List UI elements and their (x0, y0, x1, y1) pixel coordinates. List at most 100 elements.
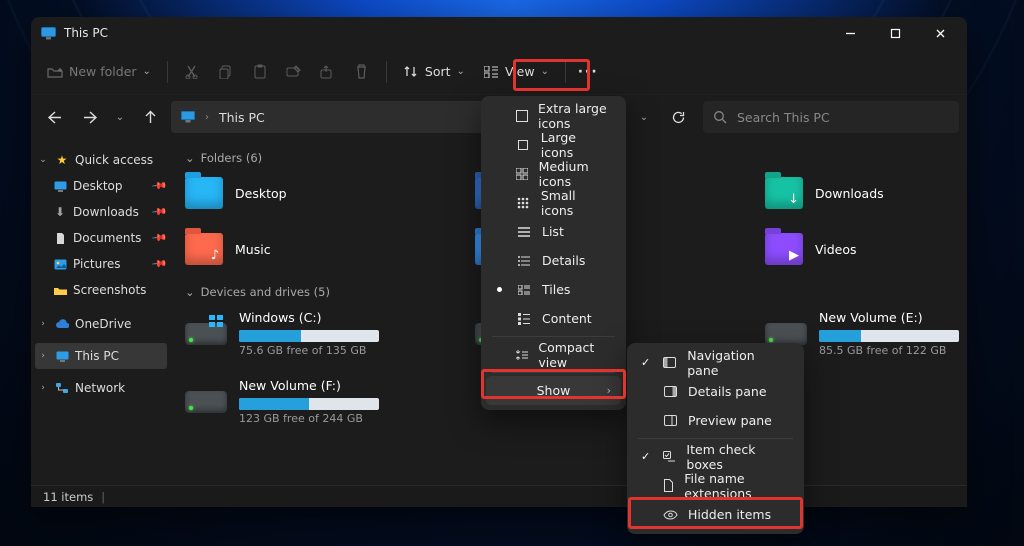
drive-tile-f[interactable]: New Volume (F:) 123 GB free of 244 GB (185, 373, 385, 429)
sidebar-item-onedrive[interactable]: › OneDrive (31, 311, 171, 337)
sidebar-item-screenshots[interactable]: Screenshots (31, 277, 171, 303)
folder-tile-videos[interactable]: ▶ Videos (765, 227, 965, 271)
chevron-right-icon: › (607, 384, 611, 397)
drive-icon (765, 323, 807, 345)
more-icon[interactable]: ··· (574, 64, 602, 80)
menu-item-label: Navigation pane (687, 348, 785, 378)
sidebar-item-label: Pictures (73, 257, 121, 271)
sort-button[interactable]: Sort ⌄ (395, 55, 473, 89)
new-folder-button[interactable]: New folder ⌄ (39, 55, 159, 89)
menu-item-label: Extra large icons (538, 101, 607, 131)
desktop-icon (53, 179, 67, 193)
menu-item-list[interactable]: List (486, 217, 621, 246)
menu-item-preview-pane[interactable]: Preview pane (632, 406, 799, 435)
drive-usage-bar (239, 398, 379, 410)
view-icon (483, 64, 499, 80)
chevron-down-icon: ⌄ (185, 151, 195, 165)
pin-icon: 📌 (150, 230, 167, 246)
recent-locations-button[interactable]: ⌄ (111, 102, 129, 132)
sidebar-item-label: Network (75, 381, 125, 395)
sidebar-item-desktop[interactable]: Desktop 📌 (31, 173, 171, 199)
sidebar-item-downloads[interactable]: ⬇ Downloads 📌 (31, 199, 171, 225)
minimize-button[interactable] (828, 18, 873, 48)
search-icon (713, 110, 727, 124)
navigation-pane-icon (662, 357, 677, 368)
search-input[interactable]: Search This PC (703, 101, 959, 133)
menu-item-label: Compact view (538, 340, 607, 370)
lg-icons-icon (516, 139, 531, 151)
content-icon (516, 313, 532, 325)
sidebar-item-network[interactable]: › Network (31, 375, 171, 401)
drive-sub: 123 GB free of 244 GB (239, 412, 379, 425)
compact-icon (516, 349, 528, 361)
sm-icons-icon (516, 197, 531, 209)
drive-sub: 85.5 GB free of 122 GB (819, 344, 959, 357)
up-button[interactable] (135, 102, 165, 132)
menu-item-details-pane[interactable]: Details pane (632, 377, 799, 406)
md-icons-icon (516, 168, 529, 180)
paste-icon[interactable] (244, 64, 276, 80)
search-placeholder: Search This PC (737, 110, 830, 125)
drive-tile-c[interactable]: Windows (C:) 75.6 GB free of 135 GB (185, 305, 385, 361)
this-pc-icon (41, 27, 56, 40)
menu-item-extra-large-icons[interactable]: Extra large icons (486, 101, 621, 130)
menu-item-details[interactable]: Details (486, 246, 621, 275)
menu-item-item-check-boxes[interactable]: ✓ Item check boxes (632, 442, 799, 471)
cut-icon[interactable] (176, 64, 208, 80)
menu-item-label: Preview pane (688, 413, 772, 428)
chevron-down-icon: ⌄ (37, 155, 49, 165)
copy-icon[interactable] (210, 64, 242, 80)
sidebar-item-pictures[interactable]: Pictures 📌 (31, 251, 171, 277)
menu-item-large-icons[interactable]: Large icons (486, 130, 621, 159)
menu-item-hidden-items[interactable]: Hidden items (632, 500, 799, 529)
sort-label: Sort (425, 64, 451, 79)
preview-pane-icon (662, 415, 678, 426)
breadcrumb[interactable]: This PC (219, 110, 265, 125)
view-button[interactable]: View ⌄ (475, 55, 557, 89)
menu-item-small-icons[interactable]: Small icons (486, 188, 621, 217)
chevron-down-icon: ⌄ (185, 285, 195, 299)
divider (565, 61, 566, 83)
item-count: 11 items (43, 490, 93, 504)
sidebar-item-documents[interactable]: Documents 📌 (31, 225, 171, 251)
menu-item-file-name-extensions[interactable]: File name extensions (632, 471, 799, 500)
folder-tile-desktop[interactable]: Desktop (185, 171, 385, 215)
chevron-right-icon: › (37, 383, 49, 393)
folder-icon: ↓ (765, 177, 803, 209)
forward-button[interactable] (75, 102, 105, 132)
menu-item-label: Medium icons (539, 159, 607, 189)
menu-item-medium-icons[interactable]: Medium icons (486, 159, 621, 188)
close-button[interactable] (918, 18, 963, 48)
refresh-button[interactable] (663, 102, 693, 132)
folders-section-label: Folders (6) (201, 151, 262, 165)
folder-tile-music[interactable]: ♪ Music (185, 227, 385, 271)
share-icon[interactable] (312, 64, 344, 80)
drive-usage-bar (239, 330, 379, 342)
eye-icon (662, 510, 678, 520)
drive-usage-bar (819, 330, 959, 342)
drives-section-label: Devices and drives (5) (201, 285, 330, 299)
menu-item-show[interactable]: Show › (486, 376, 621, 405)
drive-name: New Volume (F:) (239, 378, 379, 393)
menu-item-compact-view[interactable]: Compact view (486, 340, 621, 369)
drive-name: Windows (C:) (239, 310, 379, 325)
back-button[interactable] (39, 102, 69, 132)
network-icon (55, 381, 69, 395)
divider (167, 61, 168, 83)
window-title: This PC (64, 26, 108, 40)
view-label: View (505, 64, 535, 79)
menu-item-navigation-pane[interactable]: ✓ Navigation pane (632, 348, 799, 377)
sidebar-item-this-pc[interactable]: › This PC (35, 343, 167, 369)
menu-item-content[interactable]: Content (486, 304, 621, 333)
file-ext-icon (662, 479, 674, 492)
menu-item-tiles[interactable]: Tiles (486, 275, 621, 304)
folder-icon (53, 283, 67, 297)
pin-icon: 📌 (150, 178, 167, 194)
rename-icon[interactable] (278, 64, 310, 80)
maximize-button[interactable] (873, 18, 918, 48)
menu-item-label: Item check boxes (686, 442, 785, 472)
address-history-button[interactable]: ⌄ (635, 102, 653, 132)
delete-icon[interactable] (346, 64, 378, 80)
sidebar-item-quick-access[interactable]: ⌄ ★ Quick access (31, 147, 171, 173)
folder-tile-downloads[interactable]: ↓ Downloads (765, 171, 965, 215)
